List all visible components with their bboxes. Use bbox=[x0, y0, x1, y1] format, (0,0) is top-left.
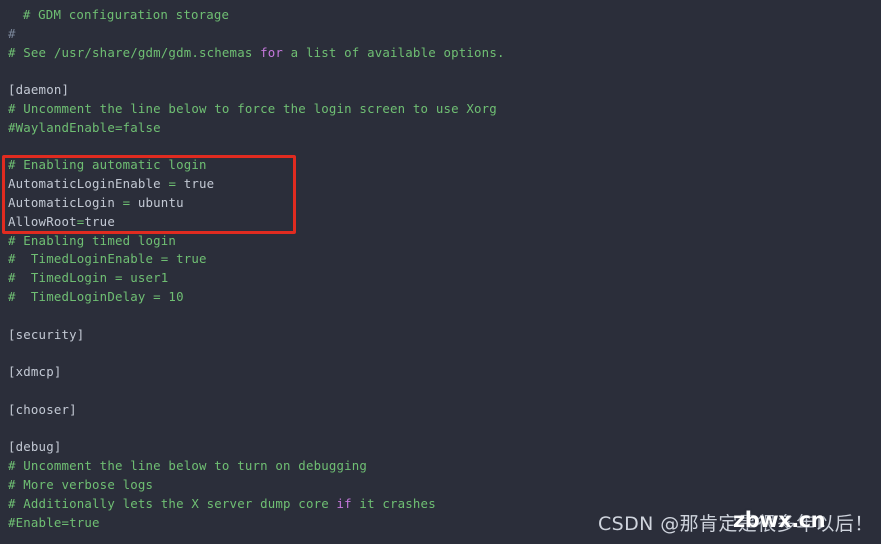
code-token: AllowRoot bbox=[8, 213, 77, 229]
code-token: #WaylandEnable=false bbox=[8, 119, 161, 135]
code-line[interactable]: # TimedLoginEnable = true bbox=[0, 250, 881, 269]
code-token: # Enabling timed login bbox=[8, 232, 177, 248]
code-line[interactable]: AutomaticLoginEnable = true bbox=[0, 175, 881, 194]
code-token: ubuntu bbox=[130, 194, 184, 210]
code-token: # See /usr/share/gdm/gdm.schemas bbox=[8, 44, 261, 60]
code-token: true bbox=[176, 176, 215, 192]
code-token: # TimedLoginEnable = true bbox=[8, 251, 207, 267]
code-line[interactable] bbox=[0, 62, 881, 81]
code-line[interactable]: [daemon] bbox=[0, 81, 881, 100]
code-line[interactable]: # Uncomment the line below to turn on de… bbox=[0, 457, 881, 476]
config-file-content[interactable]: # GDM configuration storage # # See /usr/s… bbox=[0, 0, 881, 532]
code-line[interactable]: # GDM configuration storage bbox=[0, 6, 881, 25]
code-token: # Enabling automatic login bbox=[8, 157, 207, 173]
code-line[interactable] bbox=[0, 344, 881, 363]
code-token: # More verbose logs bbox=[8, 476, 154, 492]
code-token: [security] bbox=[8, 326, 85, 342]
code-token: [debug] bbox=[8, 439, 62, 455]
editor-screen: # GDM configuration storage # # See /usr/s… bbox=[0, 0, 881, 544]
code-token: [chooser] bbox=[8, 401, 77, 417]
code-line[interactable]: [xdmcp] bbox=[0, 363, 881, 382]
code-line[interactable]: # Uncomment the line below to force the … bbox=[0, 100, 881, 119]
code-line[interactable]: # Enabling automatic login bbox=[0, 156, 881, 175]
code-line[interactable]: #WaylandEnable=false bbox=[0, 119, 881, 138]
code-line[interactable]: [debug] bbox=[0, 438, 881, 457]
code-token: # Uncomment the line below to force the … bbox=[8, 100, 497, 116]
code-token: true bbox=[84, 213, 115, 229]
code-token: # Additionally lets the X server dump co… bbox=[8, 495, 337, 511]
code-token: if bbox=[336, 495, 352, 511]
code-line[interactable]: # More verbose logs bbox=[0, 476, 881, 495]
code-token: for bbox=[260, 44, 284, 60]
code-line[interactable]: # bbox=[0, 25, 881, 44]
code-line[interactable]: [security] bbox=[0, 326, 881, 345]
code-token: # TimedLoginDelay = 10 bbox=[8, 288, 184, 304]
code-line[interactable]: AutomaticLogin = ubuntu bbox=[0, 194, 881, 213]
code-line[interactable] bbox=[0, 307, 881, 326]
code-token: = bbox=[168, 176, 177, 192]
code-token: a list of available options. bbox=[283, 44, 505, 60]
code-token: AutomaticLoginEnable bbox=[8, 176, 169, 192]
code-line[interactable]: # TimedLoginDelay = 10 bbox=[0, 288, 881, 307]
code-token: # TimedLogin = user1 bbox=[8, 270, 169, 286]
code-token: # Uncomment the line below to turn on de… bbox=[8, 458, 368, 474]
site-watermark-overlay: zbwx.cn bbox=[733, 508, 826, 532]
code-token: #Enable=true bbox=[8, 514, 100, 530]
code-line[interactable]: # See /usr/share/gdm/gdm.schemas for a l… bbox=[0, 44, 881, 63]
code-line[interactable]: # Enabling timed login bbox=[0, 232, 881, 251]
code-line[interactable] bbox=[0, 382, 881, 401]
code-token: [xdmcp] bbox=[8, 364, 62, 380]
code-line[interactable] bbox=[0, 138, 881, 157]
code-token: # bbox=[8, 25, 16, 41]
code-line[interactable] bbox=[0, 420, 881, 439]
code-token: it crashes bbox=[351, 495, 436, 511]
code-line[interactable]: AllowRoot=true bbox=[0, 213, 881, 232]
code-token: AutomaticLogin bbox=[8, 194, 123, 210]
code-line[interactable]: # TimedLogin = user1 bbox=[0, 269, 881, 288]
code-token: # GDM configuration storage bbox=[22, 7, 230, 22]
code-token: [daemon] bbox=[8, 82, 70, 98]
code-line[interactable]: [chooser] bbox=[0, 401, 881, 420]
